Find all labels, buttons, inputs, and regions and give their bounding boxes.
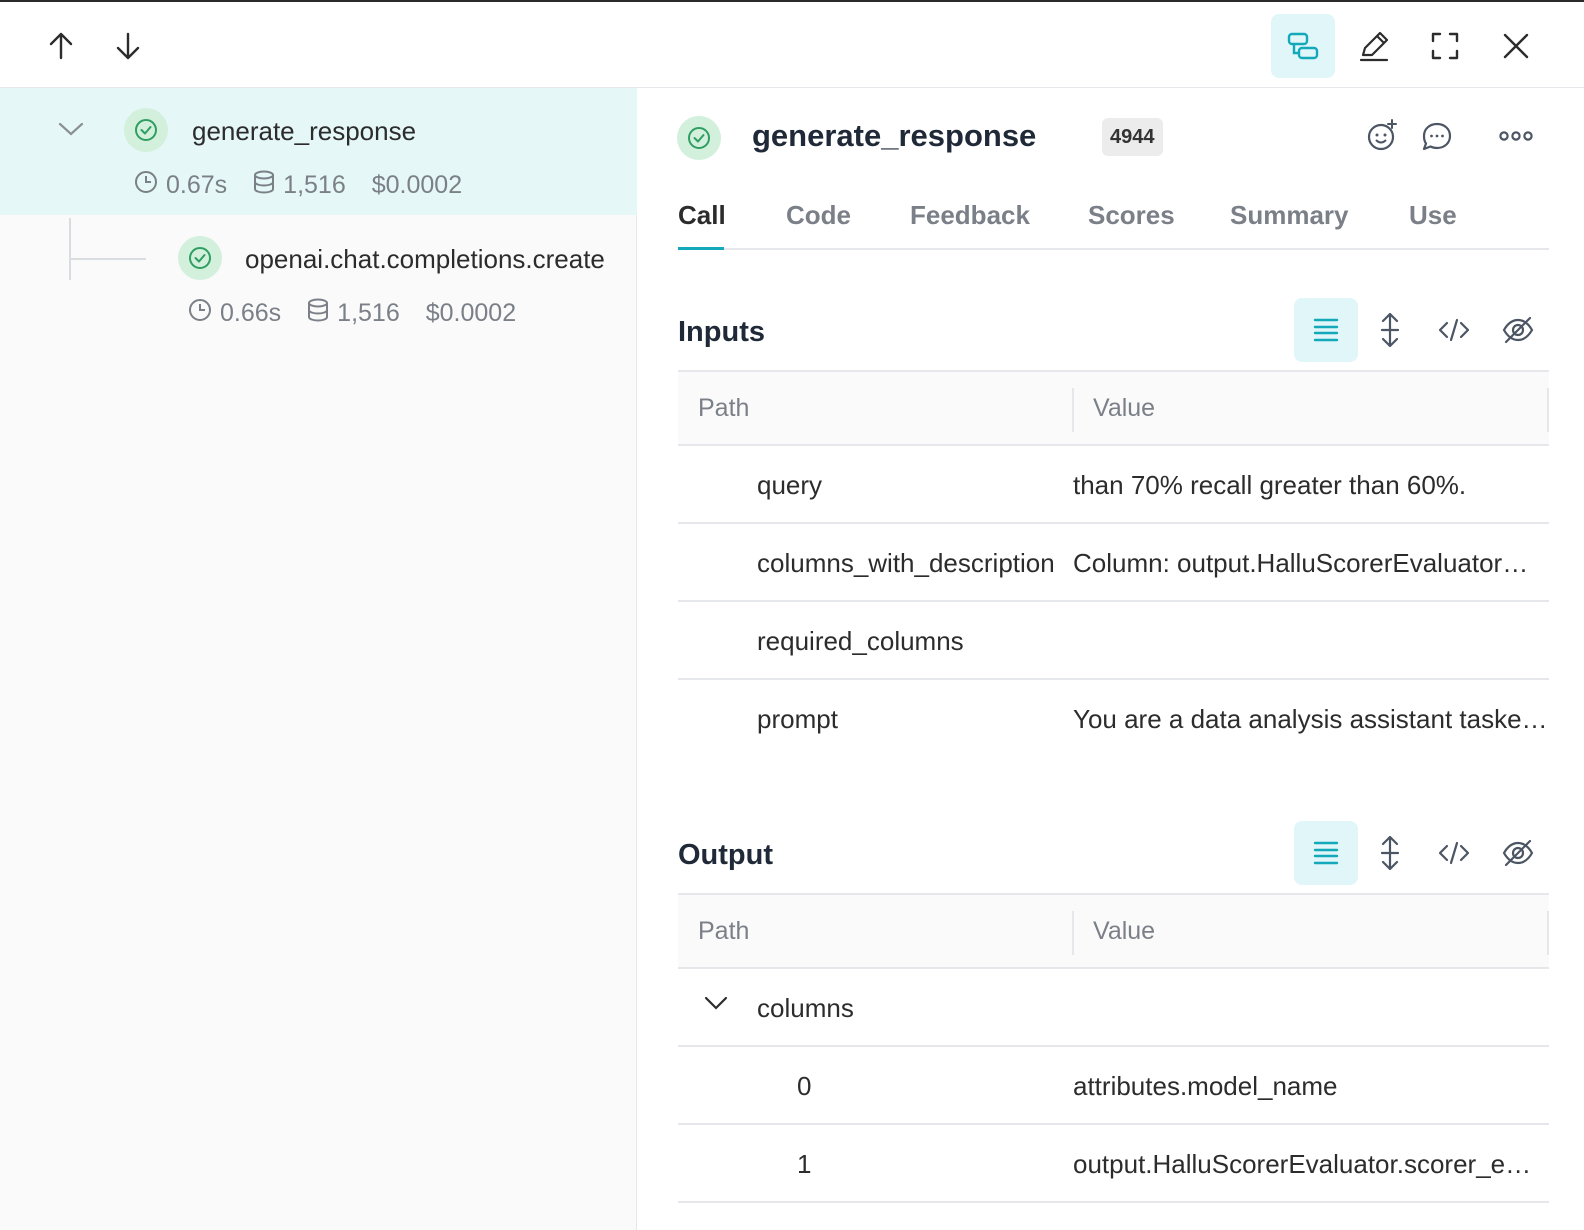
inputs-view-toolbar <box>1294 298 1550 362</box>
tab-feedback[interactable]: Feedback <box>910 200 1030 231</box>
tab-use[interactable]: Use <box>1409 200 1457 231</box>
table-row[interactable]: required_columns <box>678 602 1549 680</box>
inputs-section-title: Inputs <box>678 316 765 348</box>
row-key: 0 <box>797 1071 812 1101</box>
hide-icon[interactable] <box>1486 298 1550 362</box>
table-header: Path Value <box>678 370 1549 446</box>
expand-vertical-icon[interactable] <box>1358 821 1422 885</box>
table-row[interactable]: columns_with_description Column: output.… <box>678 524 1549 602</box>
output-view-toolbar <box>1294 821 1550 885</box>
success-status-icon <box>178 236 222 280</box>
path-column-header: Path <box>698 394 750 422</box>
list-view-icon[interactable] <box>1294 821 1358 885</box>
table-row[interactable]: 0 attributes.model_name <box>678 1047 1549 1125</box>
page-title: generate_response <box>752 118 1037 153</box>
top-toolbar <box>0 0 1584 88</box>
hide-icon[interactable] <box>1486 821 1550 885</box>
node-meta: 0.67s 1,516 $0.0002 <box>134 170 462 201</box>
call-tree-panel: generate_response 0.67s 1,516 $0.0002 op… <box>0 88 637 1230</box>
table-row[interactable]: query than 70% recall greater than 60%. <box>678 446 1549 524</box>
row-value: You are a data analysis assistant taske… <box>1073 704 1548 734</box>
more-options-icon[interactable] <box>1498 124 1534 148</box>
tab-call[interactable]: Call <box>678 200 726 231</box>
output-section-title: Output <box>678 839 774 871</box>
node-name: openai.chat.completions.create <box>245 244 605 274</box>
call-detail-panel: generate_response 4944 Call Code Feedbac… <box>638 88 1584 1230</box>
close-icon[interactable] <box>1484 14 1548 78</box>
add-reaction-icon[interactable] <box>1364 118 1400 154</box>
row-key: query <box>757 470 823 500</box>
arrow-down-icon[interactable] <box>96 14 160 78</box>
row-value: attributes.model_name <box>1073 1071 1338 1101</box>
node-name: generate_response <box>192 116 417 146</box>
code-view-icon[interactable] <box>1422 298 1486 362</box>
cost: $0.0002 <box>371 171 463 199</box>
active-tab-indicator <box>678 247 724 250</box>
duration: 0.66s <box>220 299 282 327</box>
table-header: Path Value <box>678 893 1549 969</box>
value-column-header: Value <box>1093 917 1156 945</box>
layers-icon[interactable] <box>1271 14 1335 78</box>
call-id-badge: 4944 <box>1102 118 1163 156</box>
chevron-down-icon[interactable] <box>704 995 728 1016</box>
tab-scores[interactable]: Scores <box>1088 200 1175 231</box>
token-count: 1,516 <box>283 171 346 199</box>
value-column-header: Value <box>1093 394 1156 422</box>
table-row[interactable]: 1 output.HalluScorerEvaluator.scorer_e… <box>678 1125 1549 1203</box>
clock-icon <box>134 170 166 201</box>
success-status-icon <box>677 116 721 160</box>
fullscreen-icon[interactable] <box>1413 14 1477 78</box>
row-value: Column: output.HalluScorerEvaluator… <box>1073 548 1529 578</box>
node-meta: 0.66s 1,516 $0.0002 <box>188 298 516 329</box>
token-count: 1,516 <box>337 299 400 327</box>
tab-summary[interactable]: Summary <box>1230 200 1349 231</box>
code-view-icon[interactable] <box>1422 821 1486 885</box>
clock-icon <box>188 298 220 329</box>
list-view-icon[interactable] <box>1294 298 1358 362</box>
comment-icon[interactable] <box>1420 120 1454 154</box>
expand-vertical-icon[interactable] <box>1358 298 1422 362</box>
row-key: columns_with_description <box>757 548 1055 578</box>
database-icon <box>307 298 337 329</box>
success-status-icon <box>124 108 168 152</box>
row-key: columns <box>757 993 854 1023</box>
database-icon <box>253 170 283 201</box>
pencil-icon[interactable] <box>1342 14 1406 78</box>
path-column-header: Path <box>698 917 750 945</box>
tab-bar: Call Code Feedback Scores Summary Use <box>678 192 1549 250</box>
tree-node-openai-chat-completions-create[interactable]: openai.chat.completions.create 0.66s 1,5… <box>0 216 637 342</box>
chevron-down-icon[interactable] <box>58 120 84 143</box>
row-value: output.HalluScorerEvaluator.scorer_e… <box>1073 1149 1532 1179</box>
duration: 0.67s <box>166 171 228 199</box>
row-key: required_columns <box>757 626 964 656</box>
tab-code[interactable]: Code <box>786 200 851 231</box>
tree-node-generate-response[interactable]: generate_response 0.67s 1,516 $0.0002 <box>0 88 637 215</box>
row-value: than 70% recall greater than 60%. <box>1073 470 1467 500</box>
table-row[interactable]: columns <box>678 969 1549 1047</box>
arrow-up-icon[interactable] <box>29 14 93 78</box>
row-key: prompt <box>757 704 838 734</box>
row-key: 1 <box>797 1149 812 1179</box>
cost: $0.0002 <box>425 299 517 327</box>
table-row[interactable]: prompt You are a data analysis assistant… <box>678 680 1549 758</box>
